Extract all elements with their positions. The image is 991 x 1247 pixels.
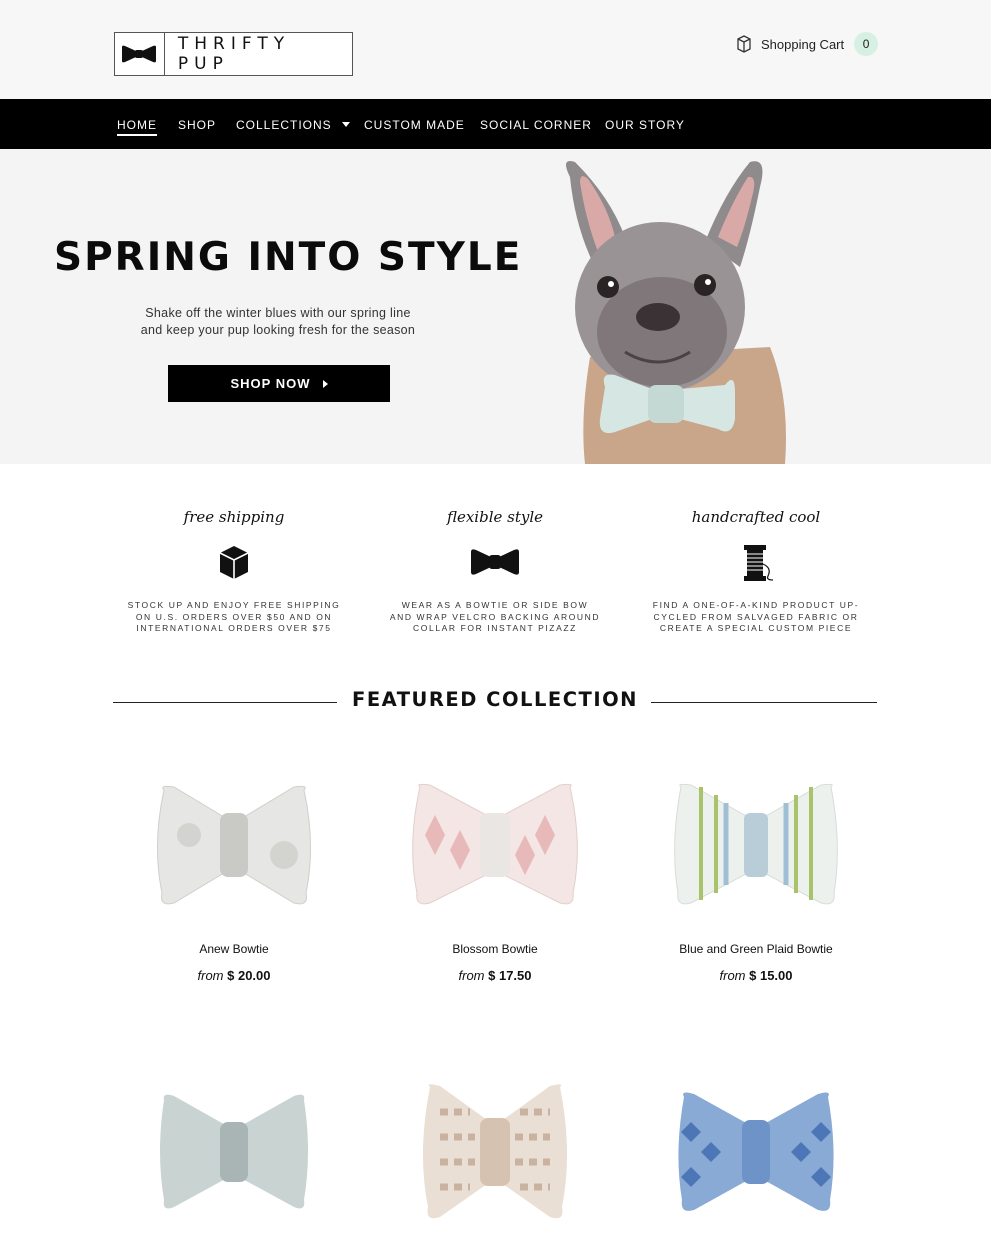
cart-icon <box>737 35 751 53</box>
site-header: THRIFTY PUP Shopping Cart 0 <box>0 0 991 99</box>
logo-text: THRIFTY PUP <box>177 34 291 74</box>
nav-home[interactable]: HOME <box>117 118 157 136</box>
feature-text-line: CREATE A SPECIAL CUSTOM PIECE <box>659 623 853 633</box>
feature-handcrafted-cool: handcrafted cool FIND A ONE-OF-A-KIND PR… <box>646 508 866 635</box>
cart-count-badge: 0 <box>854 32 879 56</box>
feature-description: WEAR AS A BOWTIE OR SIDE BOW AND WRAP VE… <box>385 600 605 635</box>
shop-now-label: SHOP NOW <box>230 376 311 391</box>
nav-collections[interactable]: COLLECTIONS <box>236 118 350 132</box>
checkered-bowtie-image[interactable] <box>395 1082 595 1222</box>
product-price: from $ 17.50 <box>375 968 615 983</box>
product-card[interactable] <box>375 1082 615 1222</box>
feature-title: handcrafted cool <box>691 508 821 526</box>
product-card[interactable]: Blue and Green Plaid Bowtie from $ 15.00 <box>636 775 876 983</box>
thread-spool-icon <box>744 545 774 581</box>
shopping-cart-link[interactable]: Shopping Cart 0 <box>735 32 879 56</box>
nav-our-story[interactable]: OUR STORY <box>605 118 685 132</box>
blossom-bowtie-image[interactable] <box>395 775 595 915</box>
anew-bowtie-image[interactable] <box>134 775 334 915</box>
price-amount: $ 15.00 <box>749 968 793 983</box>
featured-collection-heading: FEATURED COLLECTION <box>113 688 877 718</box>
blue-green-plaid-bowtie-image[interactable] <box>656 775 856 915</box>
feature-title: flexible style <box>446 508 544 526</box>
feature-text-line: INTERNATIONAL ORDERS OVER $75 <box>136 623 332 633</box>
shop-now-button[interactable]: SHOP NOW <box>168 365 390 402</box>
featured-collection-title: FEATURED COLLECTION <box>352 688 638 711</box>
product-name[interactable]: Anew Bowtie <box>114 942 354 956</box>
price-amount: $ 17.50 <box>488 968 532 983</box>
price-prefix: from <box>458 968 485 983</box>
feature-text-line: FIND A ONE-OF-A-KIND PRODUCT UP- <box>652 600 860 610</box>
feature-text-line: WEAR AS A BOWTIE OR SIDE BOW <box>401 600 589 610</box>
feature-text-line: CYCLED FROM SALVAGED FABRIC OR <box>653 611 859 622</box>
box-icon <box>219 546 249 579</box>
feature-title: free shipping <box>183 508 285 526</box>
product-card[interactable] <box>114 1082 354 1222</box>
product-name[interactable]: Blue and Green Plaid Bowtie <box>636 942 876 956</box>
chevron-down-icon <box>341 122 350 127</box>
nav-social-corner[interactable]: SOCIAL CORNER <box>480 118 592 132</box>
product-card[interactable]: Blossom Bowtie from $ 17.50 <box>375 775 615 983</box>
cart-label: Shopping Cart <box>761 36 845 52</box>
blue-pattern-bowtie-image[interactable] <box>656 1082 856 1222</box>
site-logo[interactable]: THRIFTY PUP <box>114 32 353 76</box>
main-navigation: HOME SHOP COLLECTIONS CUSTOM MADE SOCIAL… <box>0 99 991 149</box>
divider-line <box>651 702 877 703</box>
hero-subtitle: Shake off the winter blues with our spri… <box>128 305 428 338</box>
french-bulldog-image <box>566 161 786 464</box>
feature-text-line: ON U.S. ORDERS OVER $50 AND ON <box>135 611 333 622</box>
feature-description: STOCK UP AND ENJOY FREE SHIPPING ON U.S.… <box>124 600 344 635</box>
feature-description: FIND A ONE-OF-A-KIND PRODUCT UP- CYCLED … <box>646 600 866 635</box>
feature-flexible-style: flexible style WEAR AS A BOWTIE OR SIDE … <box>385 508 605 635</box>
nav-shop[interactable]: SHOP <box>178 118 216 132</box>
price-prefix: from <box>197 968 224 983</box>
price-prefix: from <box>719 968 746 983</box>
feature-text-line: COLLAR FOR INSTANT PIZAZZ <box>413 623 577 633</box>
product-price: from $ 15.00 <box>636 968 876 983</box>
feature-free-shipping: free shipping STOCK UP AND ENJOY FREE SH… <box>124 508 344 635</box>
hero-banner: SPRING INTO STYLE Shake off the winter b… <box>0 149 991 464</box>
nav-custom-made[interactable]: CUSTOM MADE <box>364 118 465 132</box>
product-name[interactable]: Blossom Bowtie <box>375 942 615 956</box>
price-amount: $ 20.00 <box>227 968 271 983</box>
hero-subtitle-line: Shake off the winter blues with our spri… <box>145 306 411 320</box>
feature-text-line: AND WRAP VELCRO BACKING AROUND <box>389 611 601 622</box>
nav-collections-label: COLLECTIONS <box>236 118 332 132</box>
hero-subtitle-line: and keep your pup looking fresh for the … <box>140 322 416 337</box>
feature-text-line: STOCK UP AND ENJOY FREE SHIPPING <box>127 600 341 610</box>
hero-title: SPRING INTO STYLE <box>54 235 523 280</box>
silver-satin-bowtie-image[interactable] <box>134 1082 334 1222</box>
bowtie-icon <box>471 549 519 575</box>
product-card[interactable] <box>636 1082 876 1222</box>
product-card[interactable]: Anew Bowtie from $ 20.00 <box>114 775 354 983</box>
product-price: from $ 20.00 <box>114 968 354 983</box>
bowtie-logo-icon <box>115 33 165 75</box>
arrow-right-icon <box>322 379 328 388</box>
